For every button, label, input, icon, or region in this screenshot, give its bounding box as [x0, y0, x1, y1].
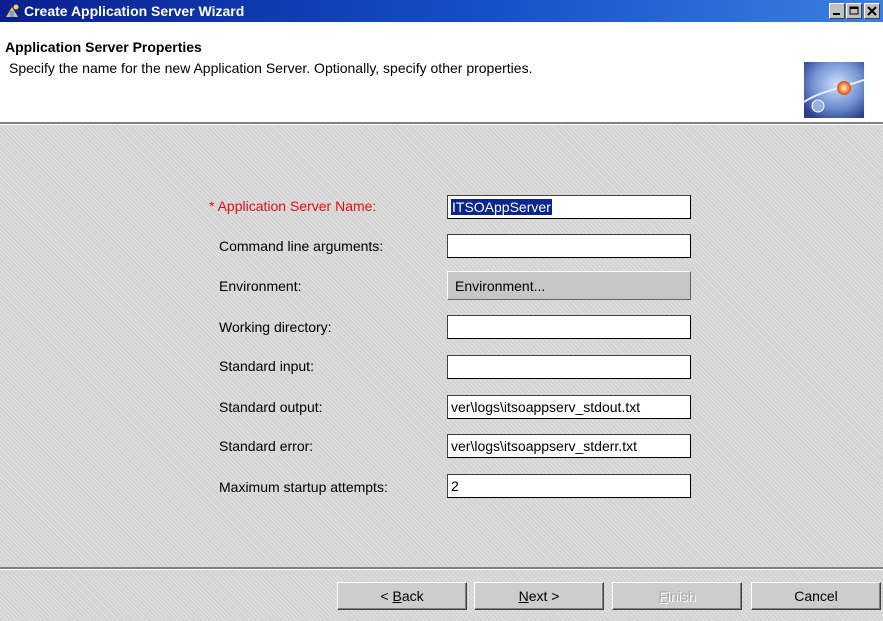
- required-marker: *: [209, 198, 215, 214]
- minimize-icon: [833, 13, 840, 15]
- next-button[interactable]: Next >: [474, 582, 604, 610]
- title-bar: Create Application Server Wizard: [0, 0, 883, 22]
- selected-text: ITSOAppServer: [451, 199, 552, 215]
- standard-input-input[interactable]: [447, 355, 691, 379]
- command-line-args-label: Command line arguments:: [219, 238, 384, 254]
- environment-label: Environment:: [219, 278, 302, 294]
- max-startup-attempts-input[interactable]: 2: [447, 474, 691, 498]
- max-startup-attempts-label: Maximum startup attempts:: [219, 479, 388, 495]
- back-button[interactable]: < Back: [337, 582, 467, 610]
- page-title: Application Server Properties: [5, 39, 202, 55]
- standard-output-label: Standard output:: [219, 399, 323, 415]
- working-directory-input[interactable]: [447, 315, 691, 339]
- app-server-name-input[interactable]: ITSOAppServer: [447, 195, 691, 219]
- page-description: Specify the name for the new Application…: [9, 60, 533, 76]
- wizard-window: Create Application Server Wizard Applica…: [0, 0, 883, 621]
- globe-sun-icon: [803, 62, 865, 118]
- form-panel: [0, 125, 883, 567]
- standard-error-input[interactable]: ver\logs\itsoappserv_stderr.txt: [447, 434, 691, 458]
- wizard-header: Application Server Properties Specify th…: [0, 22, 883, 122]
- button-bar: < Back Next > Finish Cancel: [0, 570, 883, 621]
- command-line-args-input[interactable]: [447, 234, 691, 258]
- close-button[interactable]: [864, 3, 880, 19]
- close-icon: [867, 6, 877, 16]
- standard-input-label: Standard input:: [219, 358, 314, 374]
- app-icon: [4, 3, 20, 19]
- minimize-button[interactable]: [829, 3, 845, 19]
- standard-error-label: Standard error:: [219, 438, 314, 454]
- working-directory-label: Working directory:: [219, 319, 332, 335]
- maximize-icon: [849, 6, 859, 15]
- cancel-button[interactable]: Cancel: [751, 582, 881, 610]
- finish-button[interactable]: Finish: [612, 582, 742, 610]
- app-server-name-label: * Application Server Name:: [209, 198, 377, 214]
- environment-button[interactable]: Environment...: [447, 271, 691, 300]
- window-title: Create Application Server Wizard: [24, 3, 245, 19]
- standard-output-input[interactable]: ver\logs\itsoappserv_stdout.txt: [447, 395, 691, 419]
- maximize-button[interactable]: [846, 3, 862, 19]
